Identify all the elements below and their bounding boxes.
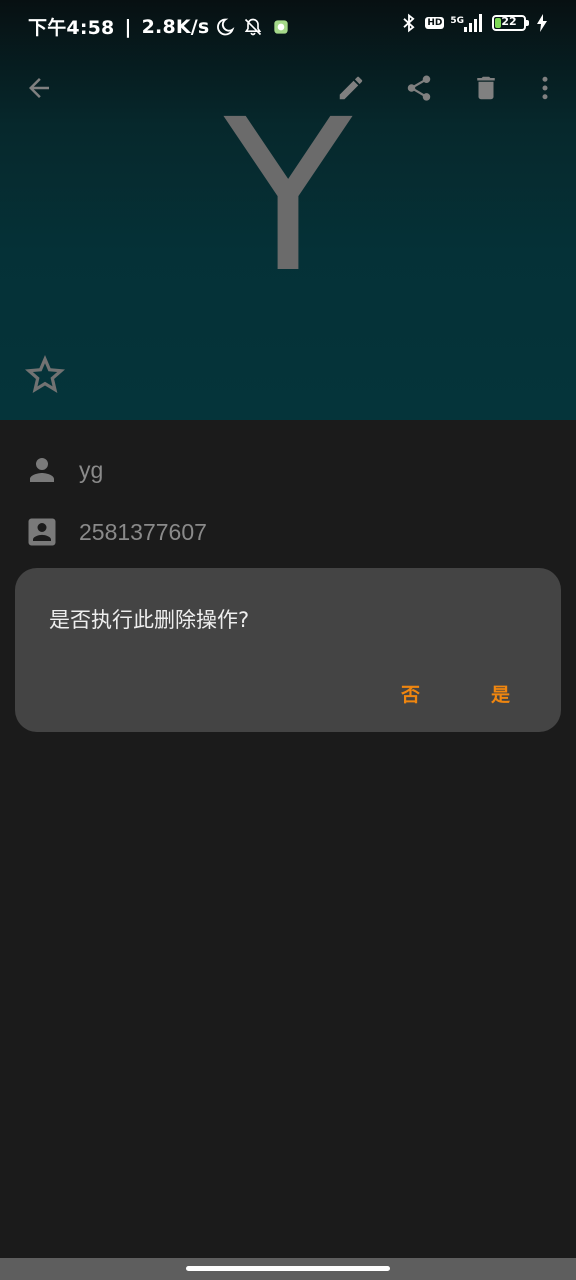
contact-name-row[interactable]: yg [0, 440, 576, 500]
navigation-bar [0, 1258, 576, 1280]
dialog-yes-button[interactable]: 是 [491, 680, 510, 707]
status-separator: | [124, 15, 132, 38]
status-right: HD 5G 22 [399, 13, 548, 33]
star-outline-icon [25, 355, 65, 393]
contact-card-icon [24, 514, 60, 550]
status-net-speed: 2.8K/s [141, 15, 210, 38]
hd-icon: HD [425, 17, 445, 29]
signal-icon [464, 14, 482, 32]
status-left: 下午4:58 | 2.8K/s [28, 13, 289, 40]
bluetooth-icon [399, 13, 419, 33]
contact-name: yg [79, 456, 104, 483]
charging-icon [536, 14, 548, 32]
status-bar: 下午4:58 | 2.8K/s HD 5G 22 [0, 0, 576, 52]
gesture-handle[interactable] [186, 1266, 390, 1271]
status-time: 下午4:58 [28, 17, 115, 39]
contact-number-row[interactable]: 2581377607 [0, 502, 576, 562]
person-icon [24, 452, 60, 488]
app-notification-icon [273, 19, 289, 35]
contact-avatar-letter: Y [223, 74, 353, 319]
contact-detail-screen: 下午4:58 | 2.8K/s HD 5G 22 Y yg 2581377607… [0, 0, 576, 1280]
dialog-message: 是否执行此删除操作? [49, 608, 250, 632]
moon-icon [215, 17, 235, 37]
dialog-no-button[interactable]: 否 [401, 680, 420, 707]
signal-group: 5G [450, 14, 486, 32]
delete-confirm-dialog: 是否执行此删除操作? 否 是 [15, 568, 561, 732]
battery-level: 22 [501, 15, 517, 28]
contact-number: 2581377607 [79, 518, 207, 545]
network-type: 5G [450, 16, 464, 26]
favorite-button[interactable] [20, 350, 70, 400]
battery-icon: 22 [492, 15, 529, 31]
mute-bell-icon [243, 17, 263, 37]
